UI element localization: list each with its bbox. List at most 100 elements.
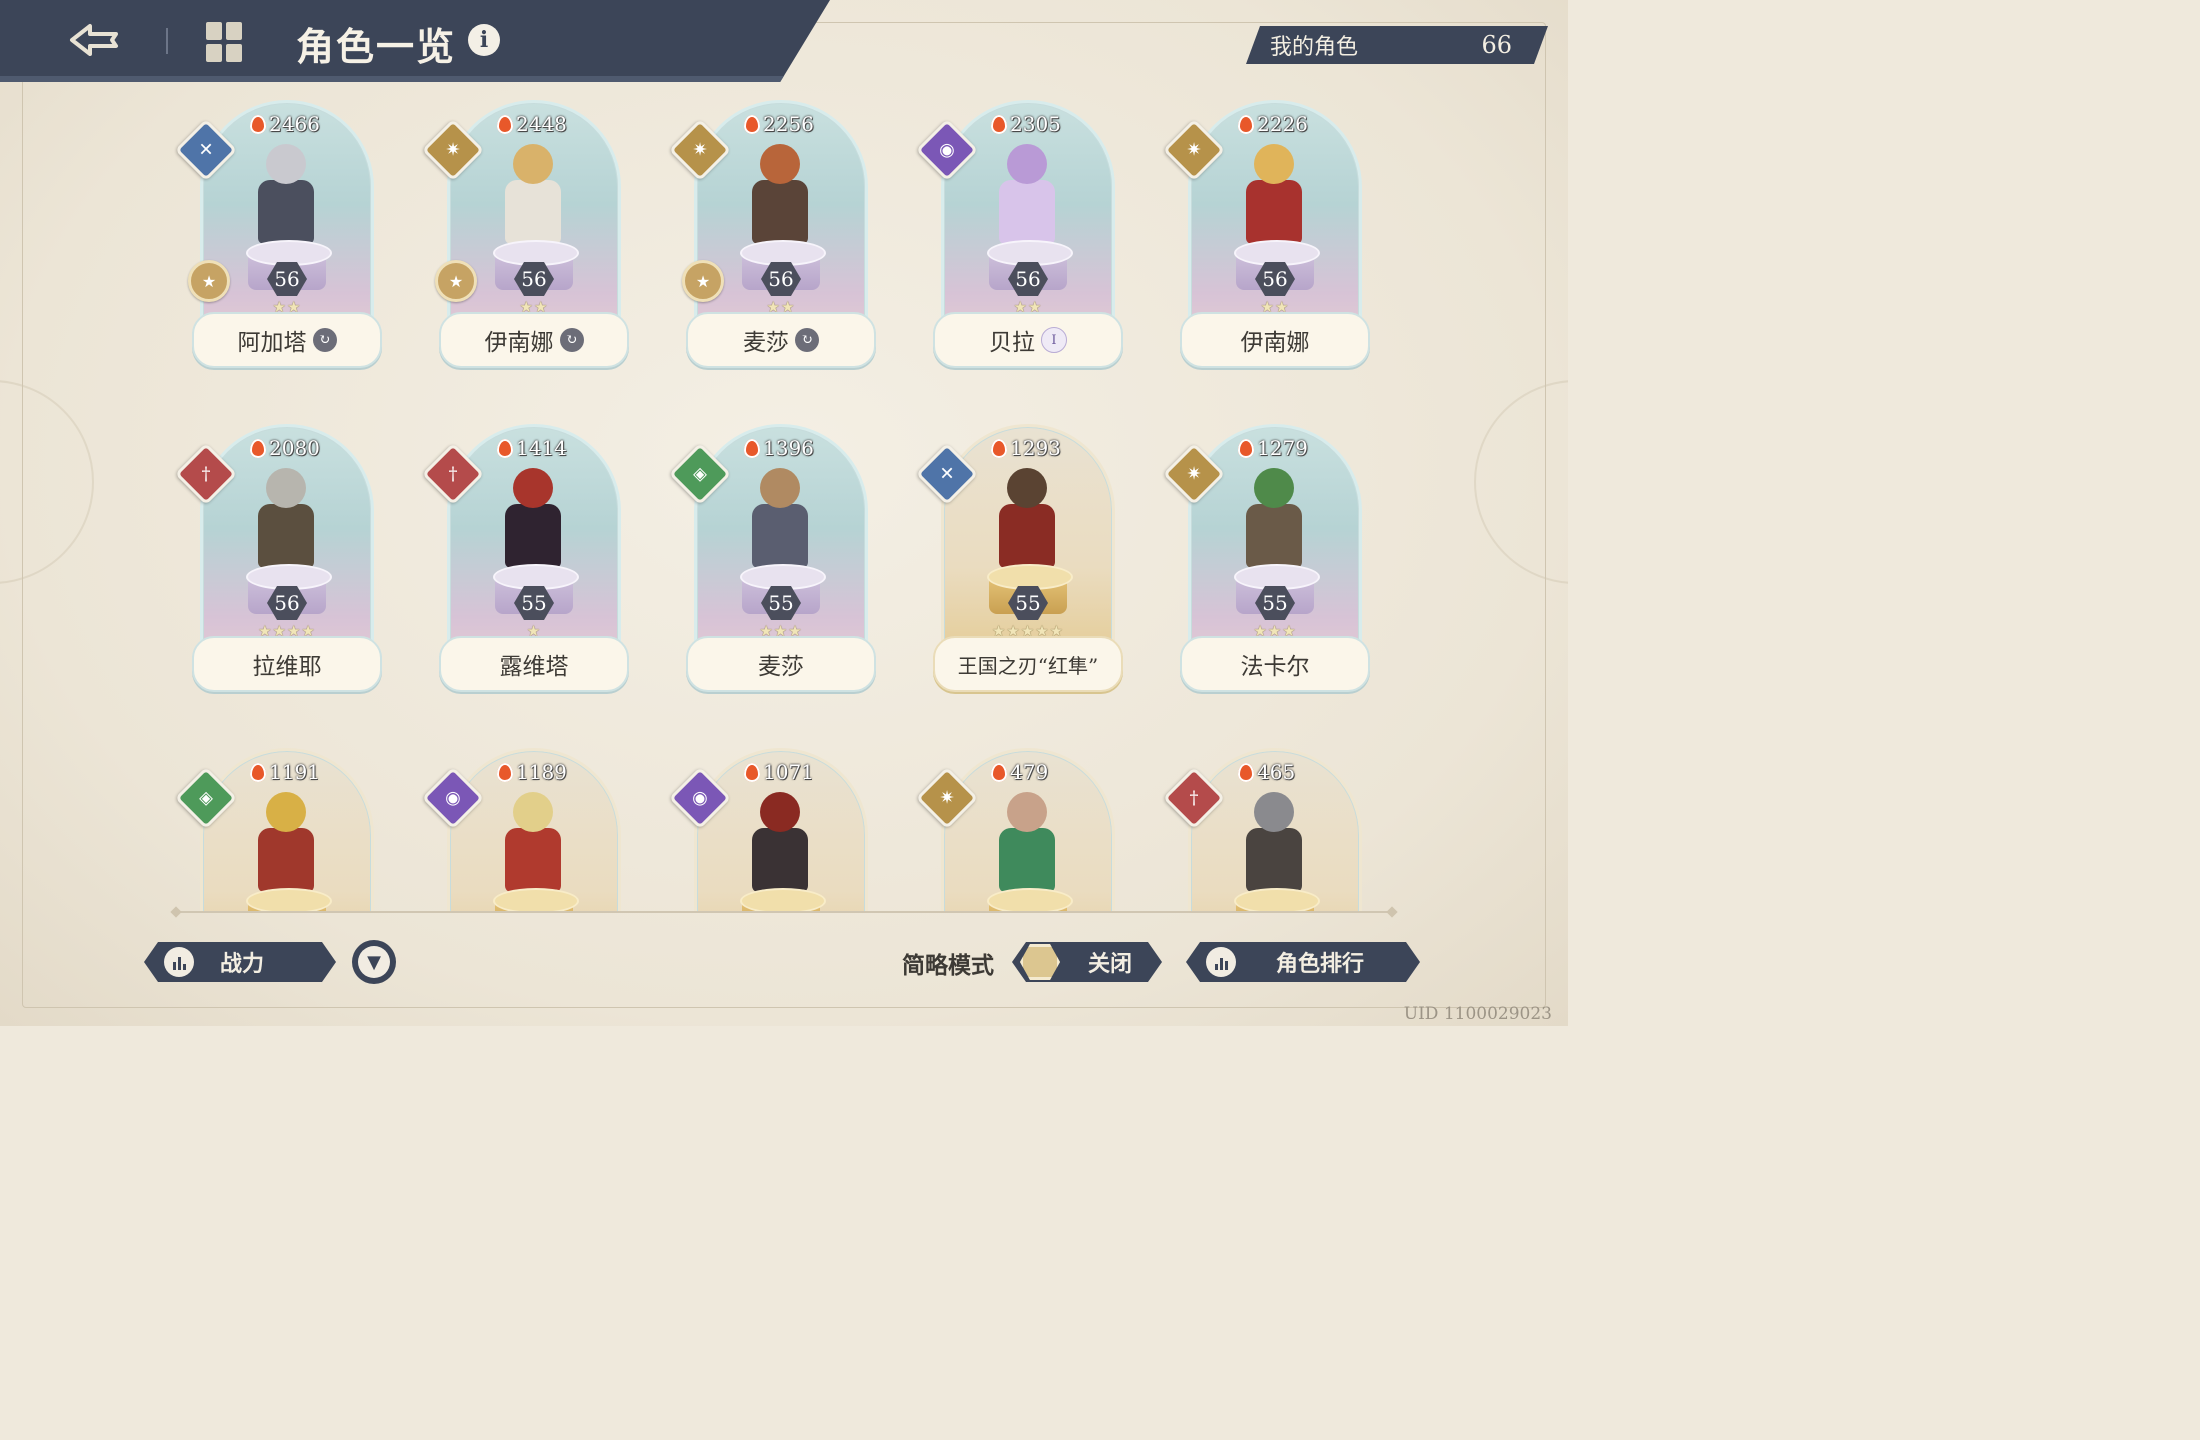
character-card[interactable]: 2305 ◉ 56 ★★ 贝拉 I — [915, 100, 1123, 380]
power-value: 2448 — [497, 112, 567, 136]
pedestal — [240, 888, 334, 912]
power-value: 2080 — [250, 436, 320, 460]
flame-icon — [991, 114, 1007, 134]
pedestal — [981, 888, 1075, 912]
nature-shield-icon: ◈ — [693, 463, 707, 485]
rank-star-icon: ★ — [435, 260, 477, 302]
character-card[interactable]: 2448 ✷ 56 ★★ ★ 伊南娜 ↻ — [421, 100, 629, 380]
flame-icon — [991, 762, 1007, 782]
pedestal — [487, 888, 581, 912]
light-icon: ✷ — [692, 139, 708, 161]
character-name: 露维塔 — [499, 654, 569, 680]
character-card[interactable]: 1189 ◉ — [421, 748, 629, 912]
character-name: 法卡尔 — [1240, 654, 1310, 680]
name-plate: 麦莎 — [686, 636, 876, 692]
name-plate: 伊南娜 ↻ — [439, 312, 629, 368]
name-plate: 王国之刃“红隼” — [933, 636, 1123, 692]
flame-icon — [744, 762, 760, 782]
power-value: 1279 — [1238, 436, 1308, 460]
character-grid: 2466 ✕ 56 ★★ ★ 阿加塔 ↻ 2448 ✷ 56 ★★ ★ 伊南娜 ↻ 2256… — [0, 0, 1568, 912]
name-badge: ↻ — [312, 328, 337, 352]
character-sprite — [734, 468, 826, 578]
user-id: UID 1100029023 — [1403, 1004, 1552, 1024]
page-title: 角色一览 — [296, 24, 457, 69]
character-sprite — [734, 792, 826, 902]
character-name: 麦莎 — [743, 330, 789, 356]
light-icon: ✷ — [1186, 463, 1202, 485]
flame-icon — [1238, 114, 1254, 134]
character-sprite — [240, 792, 332, 902]
pedestal — [1228, 888, 1322, 912]
flame-icon — [250, 762, 266, 782]
power-value: 1191 — [250, 760, 320, 784]
rank-star-icon: ★ — [682, 260, 724, 302]
power-value: 465 — [1238, 760, 1295, 784]
power-value: 2305 — [991, 112, 1061, 136]
character-card[interactable]: 1414 † 55 ★ 露维塔 — [421, 424, 629, 704]
character-card[interactable]: 2226 ✷ 56 ★★ 伊南娜 — [1162, 100, 1370, 380]
character-card[interactable]: 1396 ◈ 55 ★★★ 麦莎 — [668, 424, 876, 704]
owned-label: 我的角色 — [1270, 35, 1359, 60]
dark-icon: ◉ — [939, 139, 955, 161]
flame-icon — [744, 438, 760, 458]
character-card[interactable]: 1293 ✕ 55 ★★★★★ 王国之刃“红隼” — [915, 424, 1123, 704]
character-sprite — [981, 144, 1073, 254]
character-card[interactable]: 1191 ◈ — [174, 748, 382, 912]
character-sprite — [487, 144, 579, 254]
sort-label: 战力 — [220, 951, 265, 977]
character-ranking-button[interactable]: 角色排行 — [1186, 942, 1420, 982]
info-icon[interactable]: i — [468, 24, 500, 56]
flame-icon — [497, 762, 513, 782]
flame-icon — [497, 114, 513, 134]
power-value: 1293 — [991, 436, 1061, 460]
character-card[interactable]: 1279 ✷ 55 ★★★ 法卡尔 — [1162, 424, 1370, 704]
menu-button[interactable] — [206, 22, 246, 62]
character-name: 王国之刃“红隼” — [957, 653, 1099, 678]
dark-icon: ◉ — [692, 787, 708, 809]
power-value: 2256 — [744, 112, 814, 136]
name-badge: I — [1041, 327, 1067, 353]
character-card[interactable]: 2466 ✕ 56 ★★ ★ 阿加塔 ↻ — [174, 100, 382, 380]
power-value: 1189 — [497, 760, 567, 784]
simple-mode-toggle[interactable]: 关闭 — [1012, 942, 1162, 982]
filter-icon: ▼ — [358, 946, 390, 978]
flame-icon — [991, 438, 1007, 458]
name-plate: 法卡尔 — [1180, 636, 1370, 692]
fire-sword-icon: † — [201, 463, 211, 485]
character-card[interactable]: 465 † — [1162, 748, 1370, 912]
back-button[interactable] — [62, 18, 126, 62]
power-value: 1414 — [497, 436, 567, 460]
character-sprite — [981, 792, 1073, 902]
simple-mode-label: 简略模式 — [902, 952, 994, 979]
flame-icon — [250, 114, 266, 134]
nature-shield-icon: ◈ — [199, 787, 213, 809]
character-card[interactable]: 1071 ◉ — [668, 748, 876, 912]
flame-icon — [497, 438, 513, 458]
name-plate: 拉维耶 — [192, 636, 382, 692]
character-sprite — [1228, 792, 1320, 902]
header-bar: 角色一览 i — [0, 0, 830, 82]
owned-count: 66 — [1481, 31, 1512, 59]
character-name: 贝拉 — [989, 330, 1035, 356]
character-card[interactable]: 2256 ✷ 56 ★★ ★ 麦莎 ↻ — [668, 100, 876, 380]
character-name: 阿加塔 — [237, 330, 307, 356]
ranking-icon — [1206, 947, 1236, 977]
light-icon: ✷ — [1186, 139, 1202, 161]
character-name: 伊南娜 — [484, 330, 554, 356]
power-value: 2226 — [1238, 112, 1308, 136]
character-sprite — [734, 144, 826, 254]
character-sprite — [1228, 468, 1320, 578]
name-plate: 伊南娜 — [1180, 312, 1370, 368]
filter-button[interactable]: ▼ — [352, 940, 396, 984]
ranking-label: 角色排行 — [1276, 951, 1365, 977]
rank-star-icon: ★ — [188, 260, 230, 302]
flame-icon — [1238, 438, 1254, 458]
toggle-knob — [1020, 944, 1060, 980]
name-plate: 贝拉 I — [933, 312, 1123, 368]
light-icon: ✷ — [445, 139, 461, 161]
name-plate: 露维塔 — [439, 636, 629, 692]
character-card[interactable]: 2080 † 56 ★★★★ 拉维耶 — [174, 424, 382, 704]
character-card[interactable]: 479 ✷ — [915, 748, 1123, 912]
character-list-screen: 2466 ✕ 56 ★★ ★ 阿加塔 ↻ 2448 ✷ 56 ★★ ★ 伊南娜 ↻ 2256… — [0, 0, 1568, 1026]
sort-by-power-button[interactable]: 战力 — [144, 942, 336, 982]
